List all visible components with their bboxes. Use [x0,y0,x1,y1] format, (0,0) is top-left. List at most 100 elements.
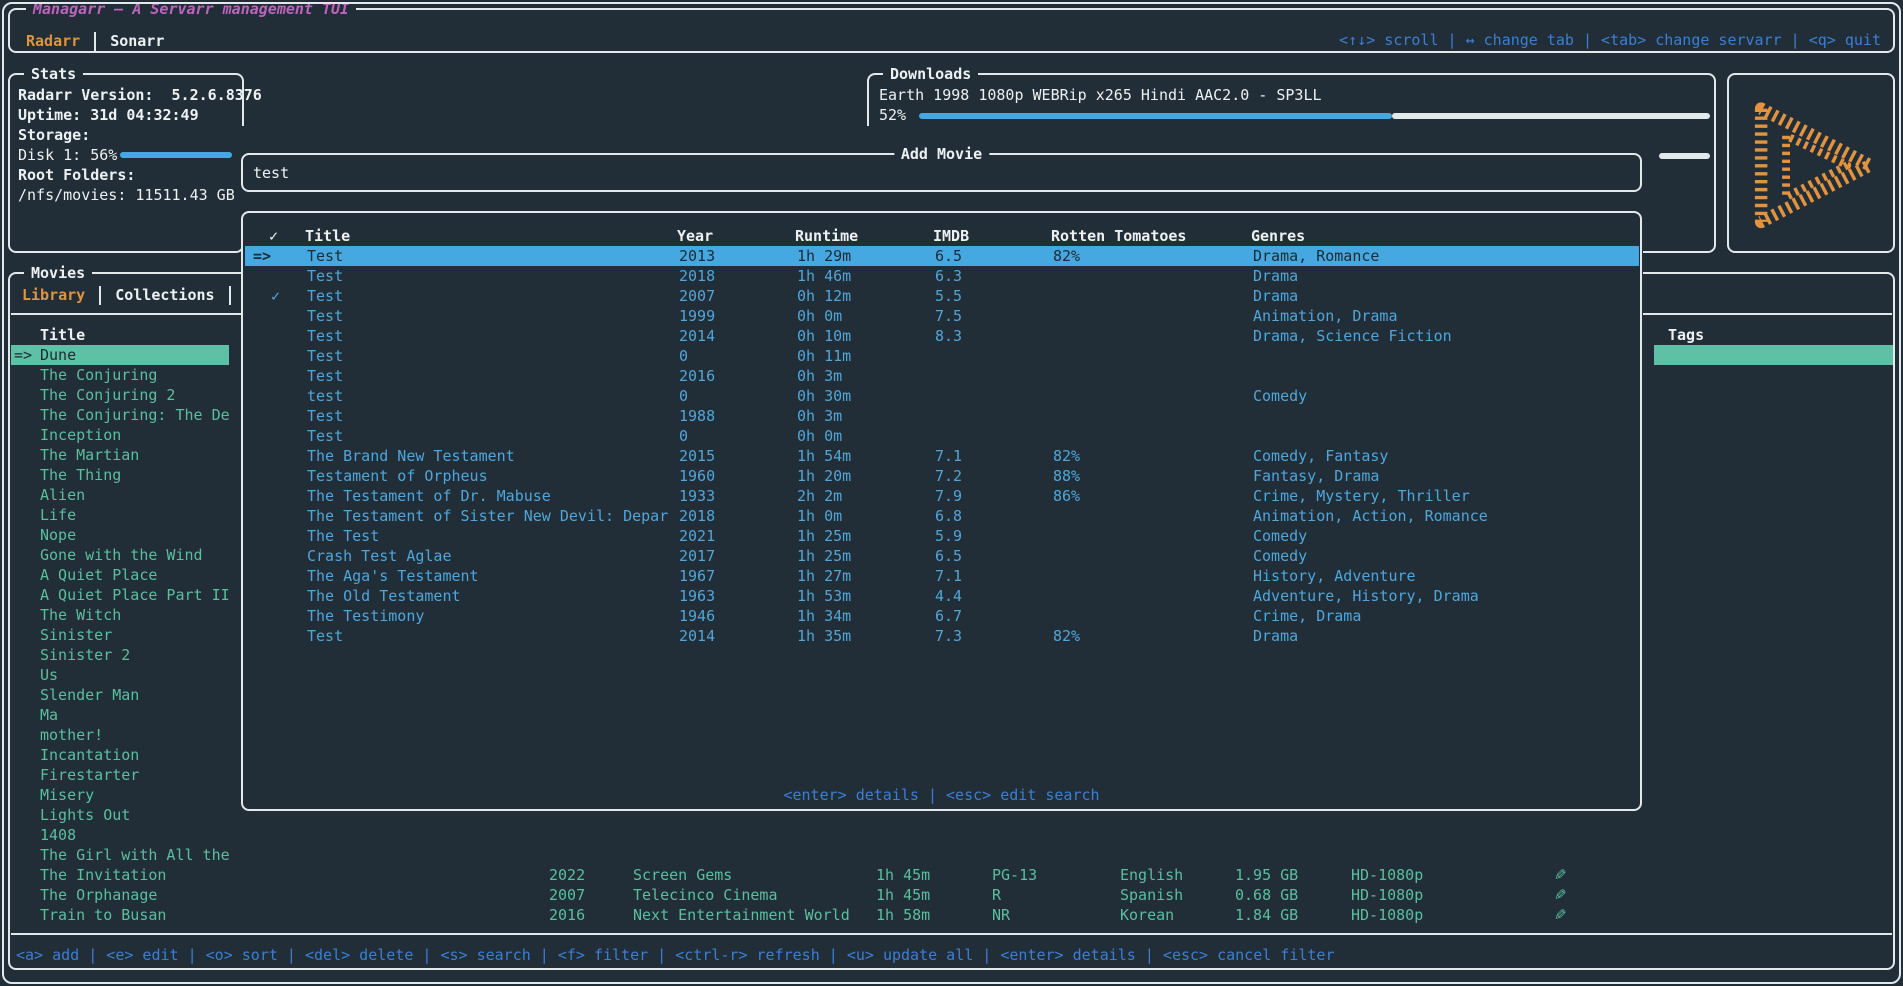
edit-pencil-icon: ✎ [1554,865,1567,885]
result-row[interactable]: Testament of Orpheus19601h 20m7.288%Fant… [245,466,1639,486]
cell-studio: Screen Gems [633,865,732,885]
cell-title: Test [307,286,343,306]
download2-progress-fragment [1659,153,1710,159]
cell-rotten-tomatoes: 86% [1053,486,1080,506]
result-row[interactable]: The Testament of Dr. Mabuse19332h 2m7.98… [245,486,1639,506]
search-input-value[interactable]: test [253,163,289,183]
movie-title: The Thing [40,465,121,485]
results-column-header: Rotten Tomatoes [1051,226,1186,246]
cell-language: Spanish [1120,885,1183,905]
result-row[interactable]: The Testament of Sister New Devil: Depar… [245,506,1639,526]
modal-keybindings: <enter> details | <esc> edit search [243,785,1640,805]
result-row[interactable]: Test00h 11m [245,346,1639,366]
stats-panel: Stats Radarr Version: 5.2.6.8376Uptime: … [8,73,244,253]
servarr-tab-radarr[interactable]: Radarr [18,31,88,51]
cell-imdb: 8.3 [935,326,962,346]
movie-title: mother! [40,725,103,745]
cell-size: 1.95 GB [1235,865,1298,885]
list-item[interactable]: The Orphanage2007Telecinco Cinema1h 45mR… [10,885,1893,905]
cell-year: 0 [679,386,688,406]
library-tags-header: Tags [1668,325,1704,345]
cell-rotten-tomatoes: 88% [1053,466,1080,486]
movie-title: A Quiet Place Part II [40,585,230,605]
cell-imdb: 6.5 [935,546,962,566]
cell-imdb: 6.8 [935,506,962,526]
cell-genres: Animation, Drama [1253,306,1398,326]
cell-year: 0 [679,346,688,366]
list-item[interactable]: Train to Busan2016Next Entertainment Wor… [10,905,1893,925]
result-row[interactable]: Test20141h 35m7.382%Drama [245,626,1639,646]
movies-tab-library[interactable]: Library [14,285,93,305]
cell-title: The Testament of Sister New Devil: Depar [307,506,668,526]
movie-title: Alien [40,485,85,505]
edit-pencil-glyph: ✎ [1554,885,1567,905]
cell-year: 1963 [679,586,715,606]
cell-studio: Telecinco Cinema [633,885,778,905]
cell-runtime: 1h 25m [797,526,851,546]
cell-title: Crash Test Aglae [307,546,452,566]
result-row[interactable]: The Brand New Testament20151h 54m7.182%C… [245,446,1639,466]
result-row[interactable]: =>Test20131h 29m6.582%Drama, Romance [245,246,1639,266]
cell-title: Test [307,366,343,386]
cell-rotten-tomatoes: 82% [1053,246,1080,266]
cell-year: 2013 [679,246,715,266]
cell-year: 1960 [679,466,715,486]
cell-runtime: 1h 45m [876,885,930,905]
movie-title: Misery [40,785,94,805]
cell-language: English [1120,865,1183,885]
result-row[interactable]: Test20181h 46m6.3Drama [245,266,1639,286]
stats-line: Disk 1: 56% [18,145,117,165]
downloads-panel-title: Downloads [883,64,978,84]
movie-title: Sinister 2 [40,645,130,665]
results-column-header: Runtime [795,226,858,246]
result-row[interactable]: The Old Testament19631h 53m4.4Adventure,… [245,586,1639,606]
cell-runtime: 0h 10m [797,326,851,346]
cell-title: Test [307,266,343,286]
cell-year: 2015 [679,446,715,466]
result-row[interactable]: test00h 30mComedy [245,386,1639,406]
cell-year: 2018 [679,506,715,526]
result-row[interactable]: The Testimony19461h 34m6.7Crime, Drama [245,606,1639,626]
stats-line: /nfs/movies: 11511.43 GB [18,185,235,205]
servarr-tabs: Radarr Sonarr [18,30,172,52]
result-row[interactable]: The Test20211h 25m5.9Comedy [245,526,1639,546]
add-movie-modal: Add Movie test ✓TitleYearRuntimeIMDBRott… [241,126,1643,866]
cell-imdb: 7.5 [935,306,962,326]
stats-line: Uptime: 31d 04:32:49 [18,105,199,125]
result-row[interactable]: The Aga's Testament19671h 27m7.1History,… [245,566,1639,586]
result-row[interactable]: Test00h 0m [245,426,1639,446]
cell-year: 2017 [679,546,715,566]
results-column-header: Year [677,226,713,246]
cell-language: Korean [1120,905,1174,925]
cell-runtime: 2h 2m [797,486,842,506]
edit-pencil-icon: ✎ [1554,885,1567,905]
results-column-header: Genres [1251,226,1305,246]
result-row[interactable]: Test20140h 10m8.3Drama, Science Fiction [245,326,1639,346]
movie-title: The Orphanage [40,885,157,905]
servarr-tab-sonarr[interactable]: Sonarr [102,31,172,51]
cell-studio: Next Entertainment World [633,905,850,925]
result-row[interactable]: Crash Test Aglae20171h 25m6.5Comedy [245,546,1639,566]
movie-title: The Conjuring: The De [40,405,230,425]
cell-genres: Drama [1253,286,1298,306]
cell-imdb: 5.9 [935,526,962,546]
movies-tab-collections[interactable]: Collections [107,285,222,305]
selected-row-highlight [1654,345,1893,365]
cell-certification: NR [992,905,1010,925]
top-keybindings: <↑↓> scroll | ↔ change tab | <tab> chang… [1339,30,1881,50]
cell-genres: Fantasy, Drama [1253,466,1379,486]
cell-genres: Comedy [1253,526,1307,546]
cell-title: Test [307,246,343,266]
result-row[interactable]: Test19990h 0m7.5Animation, Drama [245,306,1639,326]
cell-runtime: 1h 0m [797,506,842,526]
list-item[interactable]: The Invitation2022Screen Gems1h 45mPG-13… [10,865,1893,885]
cell-title: The Test [307,526,379,546]
search-input-box[interactable]: Add Movie test [241,153,1642,192]
result-row[interactable]: Test19880h 3m [245,406,1639,426]
cell-runtime: 1h 35m [797,626,851,646]
movie-title: The Invitation [40,865,166,885]
result-row[interactable]: ✓Test20070h 12m5.5Drama [245,286,1639,306]
cell-imdb: 6.5 [935,246,962,266]
cell-genres: Drama, Science Fiction [1253,326,1452,346]
result-row[interactable]: Test20160h 3m [245,366,1639,386]
